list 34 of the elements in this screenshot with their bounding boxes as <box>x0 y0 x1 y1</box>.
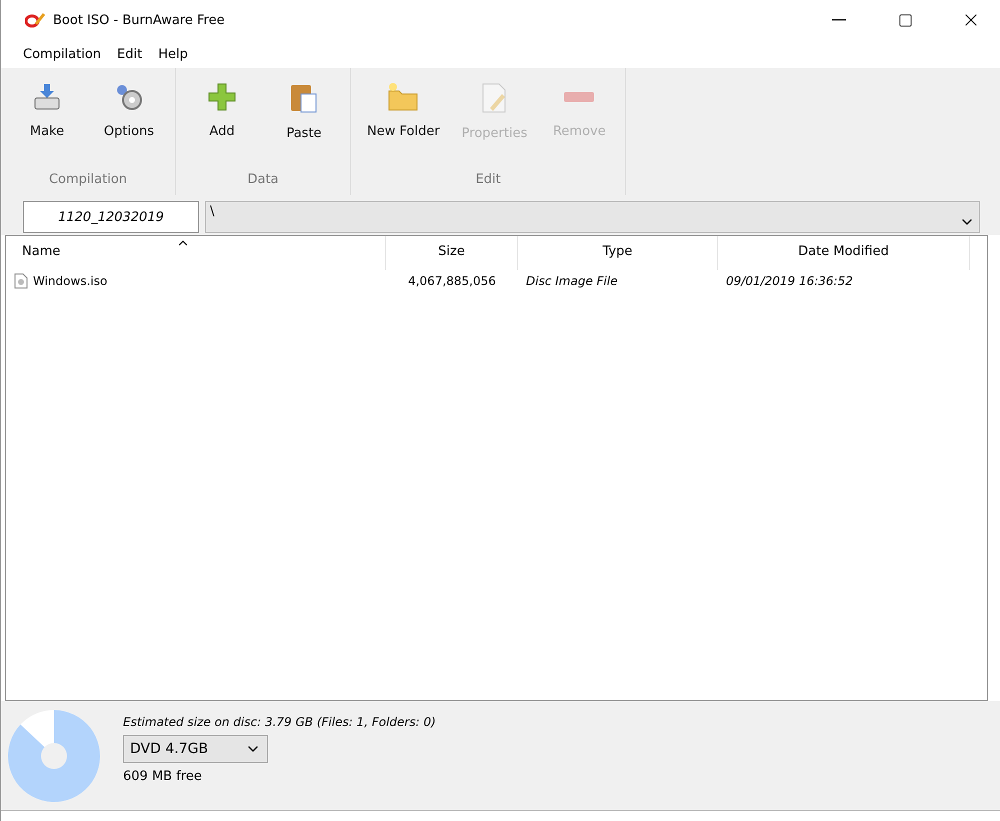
file-name-cell[interactable]: Windows.iso <box>6 273 386 289</box>
new-folder-icon <box>387 82 420 112</box>
minimize-icon <box>832 19 846 21</box>
menu-item[interactable]: Edit <box>117 46 142 62</box>
group-label: Compilation <box>48 172 128 187</box>
maximize-icon <box>898 12 912 28</box>
toolbar-button[interactable]: New Folder <box>361 74 446 172</box>
toolbar-button[interactable]: Options <box>93 74 165 172</box>
column-header[interactable]: Type <box>518 236 718 270</box>
table-cell-text: 09/01/2019 16:36:52 <box>725 274 854 288</box>
column-header[interactable]: Date Modified <box>718 236 970 270</box>
estimated-size-text: Estimated size on disc: 3.79 GB (Files: 1, Folders: 0) <box>123 715 436 729</box>
plus-icon <box>207 82 237 112</box>
clipboard-icon <box>289 82 319 114</box>
table-cell-text: 4,067,885,056 <box>407 274 497 288</box>
disc-tray-icon <box>32 82 62 112</box>
menu-item[interactable]: Compilation <box>23 46 102 62</box>
minus-icon <box>564 92 594 102</box>
app-logo-icon <box>25 12 45 28</box>
toolbar-button[interactable]: Paste <box>268 74 340 172</box>
free-space-text: 609 MB free <box>123 769 203 784</box>
disc-file-icon <box>14 273 28 289</box>
disc-label-field[interactable]: 1120_12032019 <box>23 201 199 233</box>
group-label: Edit <box>474 172 502 187</box>
window-title: Boot ISO - BurnAware Free <box>53 12 226 28</box>
column-header[interactable]: Size <box>386 236 518 270</box>
disc-type-dropdown[interactable]: DVD 4.7GB <box>123 735 268 763</box>
toolbar-button[interactable]: Make <box>11 74 83 172</box>
column-header[interactable]: Name <box>6 236 386 270</box>
group-label: Data <box>246 172 280 187</box>
toolbar-button[interactable]: Add <box>186 74 258 172</box>
path-dropdown[interactable]: \ <box>205 201 980 233</box>
table-cell-text: Disc Image File <box>525 274 619 288</box>
menu-item[interactable]: Help <box>158 46 188 62</box>
